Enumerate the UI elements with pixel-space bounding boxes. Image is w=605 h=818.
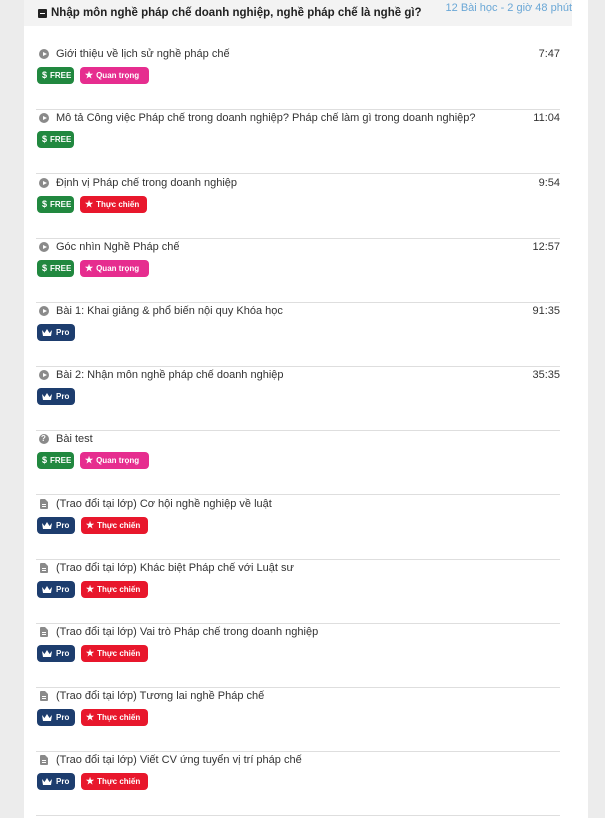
important-badge: ★ Quan trọng bbox=[80, 260, 149, 277]
question-icon: ? bbox=[38, 434, 49, 445]
practical-badge: ★ Thực chiến bbox=[81, 709, 148, 726]
lesson-title[interactable]: Góc nhìn Nghề Pháp chế bbox=[56, 241, 180, 253]
dollar-icon: $ bbox=[42, 70, 48, 80]
crown-icon bbox=[42, 522, 52, 529]
play-icon bbox=[38, 370, 49, 381]
lesson-duration: 12:57 bbox=[532, 241, 560, 253]
star-icon: ★ bbox=[85, 199, 94, 209]
document-icon bbox=[38, 563, 49, 574]
star-icon: ★ bbox=[86, 712, 95, 722]
section-header[interactable]: Nhập môn nghề pháp chế doanh nghiệp, ngh… bbox=[24, 0, 572, 26]
lesson-title[interactable]: Định vị Pháp chế trong doanh nghiệp bbox=[56, 177, 237, 189]
document-icon bbox=[38, 627, 49, 638]
lesson-title[interactable]: (Trao đổi tại lớp) Tương lai nghề Pháp c… bbox=[56, 690, 264, 702]
free-badge: $ FREE bbox=[37, 196, 74, 213]
lesson-duration: 35:35 bbox=[532, 369, 560, 381]
pro-badge: Pro bbox=[37, 709, 75, 726]
play-icon bbox=[38, 178, 49, 189]
important-badge: ★ Quan trọng bbox=[80, 452, 149, 469]
section-meta: 12 Bài học - 2 giờ 48 phút bbox=[445, 2, 572, 14]
lesson-title[interactable]: Bài 1: Khai giảng & phổ biến nội quy Khó… bbox=[56, 305, 283, 317]
play-icon bbox=[38, 242, 49, 253]
lesson-item[interactable]: Bài 1: Khai giảng & phổ biến nội quy Khó… bbox=[36, 302, 560, 367]
important-badge: ★ Quan trọng bbox=[80, 67, 149, 84]
practical-badge: ★ Thực chiến bbox=[81, 773, 148, 790]
free-badge: $ FREE bbox=[37, 260, 74, 277]
pro-badge: Pro bbox=[37, 645, 75, 662]
star-icon: ★ bbox=[86, 584, 95, 594]
lesson-duration: 91:35 bbox=[532, 305, 560, 317]
lesson-item[interactable]: (Trao đổi tại lớp) Viết CV ứng tuyển vị … bbox=[36, 751, 560, 816]
lesson-item[interactable]: Bài 2: Nhận môn nghề pháp chế doanh nghi… bbox=[36, 366, 560, 431]
crown-icon bbox=[42, 650, 52, 657]
document-icon bbox=[38, 755, 49, 766]
star-icon: ★ bbox=[85, 455, 94, 465]
play-icon bbox=[38, 113, 49, 124]
lesson-title[interactable]: Bài 2: Nhận môn nghề pháp chế doanh nghi… bbox=[56, 369, 284, 381]
pro-badge: Pro bbox=[37, 324, 75, 341]
crown-icon bbox=[42, 586, 52, 593]
lesson-item[interactable]: ? Bài test $ FREE ★ Quan trọng bbox=[36, 430, 560, 495]
play-icon bbox=[38, 306, 49, 317]
dollar-icon: $ bbox=[42, 134, 48, 144]
practical-badge: ★ Thực chiến bbox=[81, 645, 148, 662]
free-badge: $ FREE bbox=[37, 452, 74, 469]
free-badge: $ FREE bbox=[37, 67, 74, 84]
pro-badge: Pro bbox=[37, 517, 75, 534]
lesson-duration: 7:47 bbox=[538, 48, 560, 60]
lesson-title[interactable]: Giới thiệu về lịch sử nghề pháp chế bbox=[56, 48, 230, 60]
document-icon bbox=[38, 499, 49, 510]
crown-icon bbox=[42, 778, 52, 785]
dollar-icon: $ bbox=[42, 263, 48, 273]
lesson-item[interactable]: Mô tả Công việc Pháp chế trong doanh ngh… bbox=[36, 109, 560, 174]
pro-badge: Pro bbox=[37, 388, 75, 405]
dollar-icon: $ bbox=[42, 455, 48, 465]
crown-icon bbox=[42, 329, 52, 336]
star-icon: ★ bbox=[86, 520, 95, 530]
pro-badge: Pro bbox=[37, 773, 75, 790]
lesson-title[interactable]: (Trao đổi tại lớp) Vai trò Pháp chế tron… bbox=[56, 626, 318, 638]
lesson-item[interactable]: Giới thiệu về lịch sử nghề pháp chế 7:47… bbox=[36, 45, 560, 110]
star-icon: ★ bbox=[86, 648, 95, 658]
lesson-item[interactable]: (Trao đổi tại lớp) Vai trò Pháp chế tron… bbox=[36, 623, 560, 688]
lesson-item[interactable]: (Trao đổi tại lớp) Tương lai nghề Pháp c… bbox=[36, 687, 560, 752]
lesson-duration: 11:04 bbox=[533, 112, 560, 124]
star-icon: ★ bbox=[86, 776, 95, 786]
lesson-item[interactable]: (Trao đổi tại lớp) Cơ hội nghề nghiệp về… bbox=[36, 495, 560, 560]
document-icon bbox=[38, 691, 49, 702]
practical-badge: ★ Thực chiến bbox=[81, 517, 148, 534]
lesson-title[interactable]: Bài test bbox=[56, 433, 93, 445]
free-badge: $ FREE bbox=[37, 131, 74, 148]
lesson-title[interactable]: Mô tả Công việc Pháp chế trong doanh ngh… bbox=[56, 112, 476, 124]
course-curriculum-panel: Nhập môn nghề pháp chế doanh nghiệp, ngh… bbox=[24, 0, 588, 818]
practical-badge: ★ Thực chiến bbox=[81, 581, 148, 598]
lesson-duration: 9:54 bbox=[538, 177, 560, 189]
lesson-title[interactable]: (Trao đổi tại lớp) Cơ hội nghề nghiệp về… bbox=[56, 498, 272, 510]
dollar-icon: $ bbox=[42, 199, 48, 209]
star-icon: ★ bbox=[85, 263, 94, 273]
lesson-title[interactable]: (Trao đổi tại lớp) Viết CV ứng tuyển vị … bbox=[56, 754, 302, 766]
section-title: Nhập môn nghề pháp chế doanh nghiệp, ngh… bbox=[51, 7, 422, 19]
lesson-item[interactable]: Định vị Pháp chế trong doanh nghiệp 9:54… bbox=[36, 174, 560, 239]
play-icon bbox=[38, 49, 49, 60]
practical-badge: ★ Thực chiến bbox=[80, 196, 147, 213]
collapse-icon[interactable] bbox=[38, 8, 47, 18]
crown-icon bbox=[42, 393, 52, 400]
lesson-title[interactable]: (Trao đổi tại lớp) Khác biệt Pháp chế vớ… bbox=[56, 562, 294, 574]
lesson-item[interactable]: (Trao đổi tại lớp) Khác biệt Pháp chế vớ… bbox=[36, 559, 560, 624]
lesson-item[interactable]: Góc nhìn Nghề Pháp chế 12:57 $ FREE ★ Quan… bbox=[36, 238, 560, 303]
crown-icon bbox=[42, 714, 52, 721]
star-icon: ★ bbox=[85, 70, 94, 80]
pro-badge: Pro bbox=[37, 581, 75, 598]
